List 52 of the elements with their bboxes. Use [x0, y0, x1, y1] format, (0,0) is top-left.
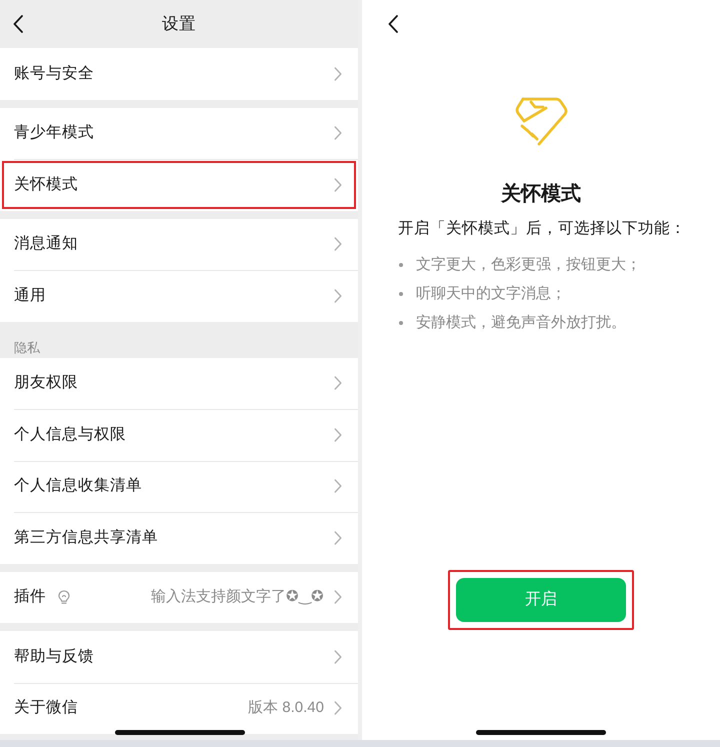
row-label: 关于微信: [14, 698, 78, 718]
row-label: 第三方信息共享清单: [14, 528, 158, 548]
row-label: 插件: [14, 587, 46, 608]
settings-row[interactable]: 个人信息收集清单: [0, 460, 358, 512]
chevron-right-icon: [334, 479, 342, 494]
intro-text: 开启「关怀模式」后，可选择以下功能：: [398, 219, 687, 239]
chevron-right-icon: [334, 701, 342, 716]
chevron-right-icon: [334, 178, 342, 192]
settings-row[interactable]: 青少年模式: [0, 108, 358, 159]
settings-row[interactable]: 关怀模式: [0, 159, 358, 210]
row-label: 帮助与反馈: [14, 646, 94, 667]
settings-row[interactable]: 账号与安全: [0, 48, 358, 100]
screen-title: 设置: [162, 14, 196, 35]
settings-row[interactable]: 朋友权限: [0, 358, 358, 409]
chevron-right-icon: [334, 650, 342, 664]
feature-text: 安静模式，避免声音外放打扰。: [416, 313, 626, 333]
settings-row[interactable]: 第三方信息共享清单: [0, 512, 358, 564]
bullet-icon: [399, 263, 403, 267]
row-label: 个人信息收集清单: [14, 476, 142, 496]
row-label: 账号与安全: [14, 64, 94, 84]
bullet-icon: [399, 292, 403, 296]
bullet-icon: [399, 321, 403, 325]
settings-row[interactable]: 帮助与反馈: [0, 631, 358, 682]
settings-row[interactable]: 个人信息与权限: [0, 409, 358, 460]
page-title: 关怀模式: [501, 182, 581, 207]
settings-row[interactable]: 消息通知: [0, 218, 358, 270]
row-value: 输入法支持颜文字了✪‿✪: [151, 587, 324, 608]
chevron-right-icon: [334, 66, 342, 81]
section-header: 隐私: [14, 338, 40, 356]
chevron-right-icon: [334, 237, 342, 252]
feature-text: 文字更大，色彩更强，按钮更大；: [416, 255, 641, 275]
chevron-right-icon: [334, 590, 342, 604]
settings-row[interactable]: 通用: [0, 270, 358, 322]
row-label: 个人信息与权限: [14, 424, 126, 445]
settings-row[interactable]: 关于微信 版本 8.0.40: [0, 682, 358, 734]
back-icon[interactable]: [13, 15, 23, 33]
row-label: 关怀模式: [14, 174, 78, 195]
feature-text: 听聊天中的文字消息；: [416, 284, 566, 304]
chevron-right-icon: [334, 376, 342, 390]
chevron-right-icon: [334, 288, 342, 303]
row-value: 版本 8.0.40: [248, 698, 324, 718]
row-label: 朋友权限: [14, 373, 78, 394]
row-label: 通用: [14, 286, 46, 306]
lightbulb-icon: [58, 590, 70, 605]
row-label: 青少年模式: [14, 123, 94, 144]
chevron-right-icon: [334, 428, 342, 442]
heart-hand-icon: [514, 97, 568, 147]
row-label: 消息通知: [14, 234, 78, 254]
chevron-right-icon: [334, 530, 342, 545]
back-icon[interactable]: [388, 15, 398, 33]
chevron-right-icon: [334, 126, 342, 140]
settings-row[interactable]: 插件 输入法支持颜文字了✪‿✪: [0, 572, 358, 623]
